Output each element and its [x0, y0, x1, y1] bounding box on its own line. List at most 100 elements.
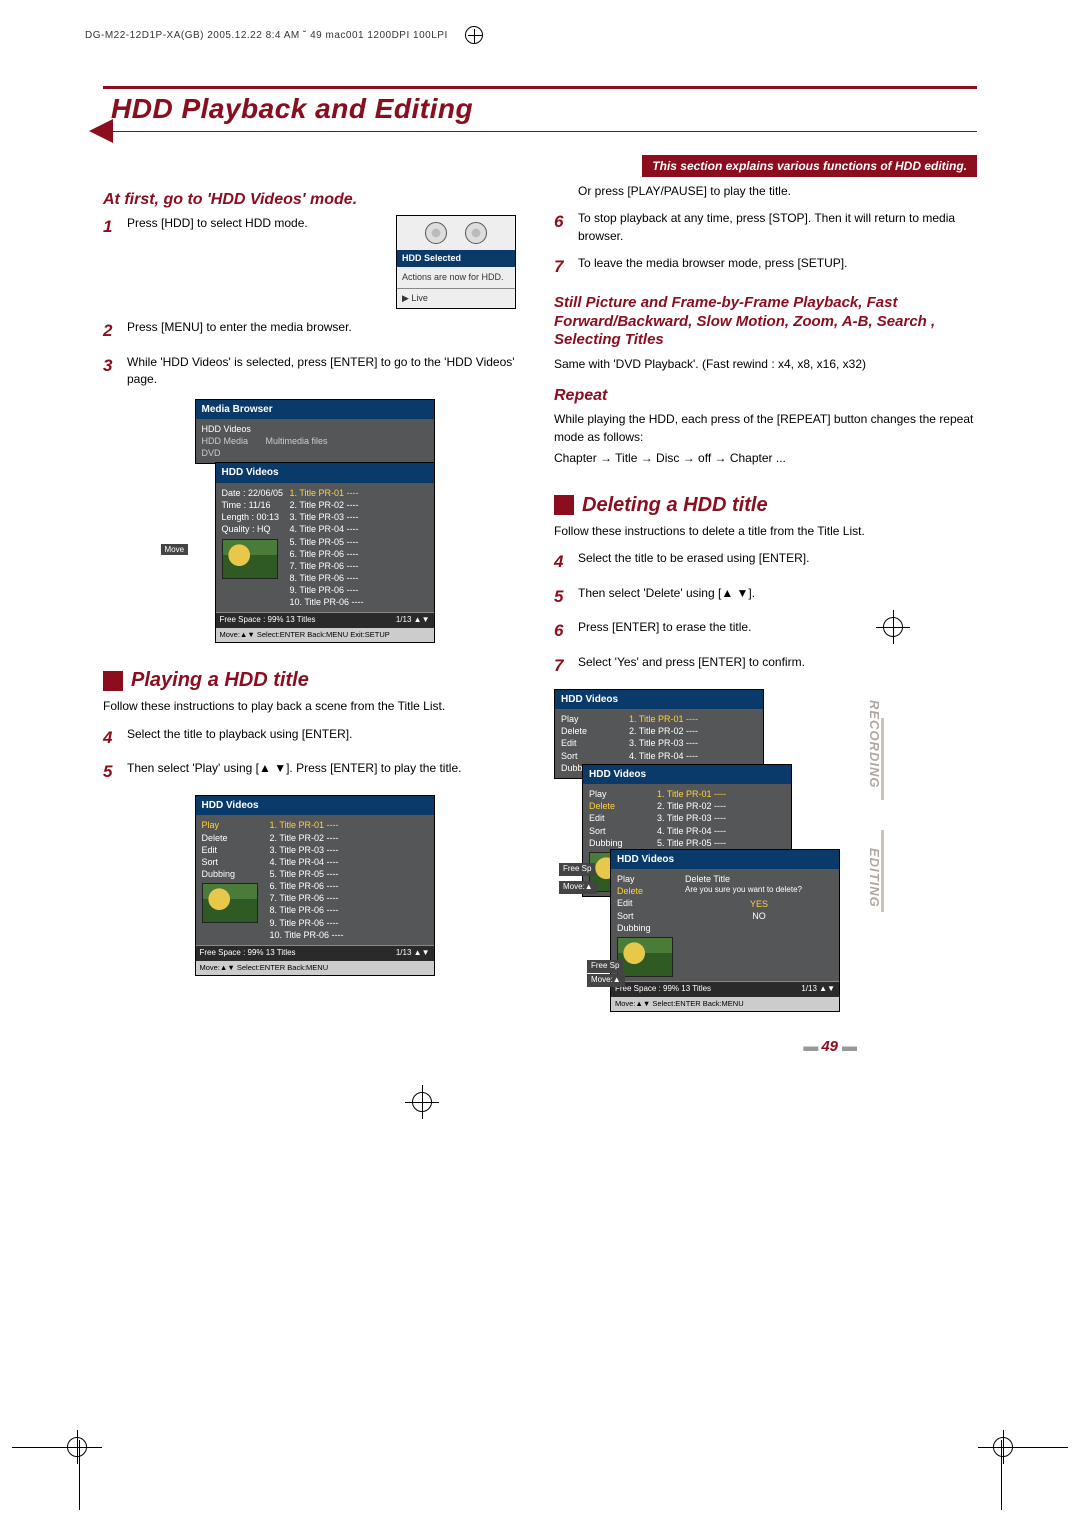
page-title-bar: HDD Playback and Editing [103, 86, 977, 132]
osd-media-browser: Media Browser HDD Videos HDD Media DVD M… [195, 399, 435, 465]
osd-hdd-videos: HDD Videos Date : 22/06/05 Time : 11/16 … [215, 462, 435, 643]
title-row: 5. Title PR-05 ---- [270, 868, 428, 880]
crop-mark [1001, 1440, 1002, 1510]
print-plugline: DG-M22-12D1P-XA(GB) 2005.12.22 8:4 AM ˘ … [85, 30, 995, 41]
page-number: ▬49▬ [799, 1038, 860, 1055]
step-text: Select the title to playback using [ENTE… [127, 726, 526, 751]
dstep-5: 5 Then select 'Delete' using [▲ ▼]. [554, 585, 977, 610]
osd-live-row: ▶ Live [397, 288, 515, 308]
step-text: To leave the media browser mode, press [… [578, 255, 977, 280]
step-number: 5 [103, 760, 117, 785]
step-number: 7 [554, 654, 568, 679]
menu-item: Delete [561, 725, 625, 737]
step-text: To stop playback at any time, press [STO… [578, 210, 977, 245]
title-row: 2. Title PR-02 ---- [290, 499, 428, 511]
step-text: Press [ENTER] to erase the title. [578, 619, 977, 644]
media-row: HDD Videos [202, 423, 266, 435]
osd-footer-hints: Move:▲▼ Select:ENTER Back:MENU [611, 997, 839, 1011]
left-column: At first, go to 'HDD Videos' mode. 1 Pre… [103, 177, 526, 1019]
step-text: Press [MENU] to enter the media browser. [127, 319, 526, 344]
thumbnail [202, 883, 258, 923]
osd-header: HDD Videos [196, 796, 434, 816]
step-number: 6 [554, 210, 568, 245]
play-intro: Follow these instructions to play back a… [103, 698, 526, 715]
media-row: DVD [202, 447, 266, 459]
menu-item: Delete [589, 800, 653, 812]
section-bullet-icon [103, 671, 123, 691]
osd-footer: Free Space : 99% 13 Titles 1/13 ▲▼ [196, 945, 434, 961]
heading-hdd-videos-mode: At first, go to 'HDD Videos' mode. [103, 191, 526, 209]
title-row: 7. Title PR-06 ---- [270, 892, 428, 904]
step-2: 2 Press [MENU] to enter the media browse… [103, 319, 526, 344]
step-text: Press [HDD] to select HDD mode. [127, 215, 386, 309]
plugline-crosshair-icon [465, 26, 483, 44]
heading-repeat: Repeat [554, 387, 977, 405]
menu-item: Dubbing [589, 837, 653, 849]
title-row: 5. Title PR-05 ---- [657, 837, 785, 849]
delete-intro: Follow these instructions to delete a ti… [554, 523, 977, 540]
menu-item: Dubbing [617, 922, 681, 934]
title-row: 10. Title PR-06 ---- [290, 596, 428, 608]
step-text: Then select 'Play' using [▲ ▼]. Press [E… [127, 760, 526, 785]
menu-item: Edit [561, 737, 625, 749]
step-number: 1 [103, 215, 117, 309]
page-title: HDD Playback and Editing [111, 93, 977, 125]
title-row: 7. Title PR-06 ---- [290, 560, 428, 572]
registration-mark-icon [405, 1085, 439, 1119]
title-row: 6. Title PR-06 ---- [290, 548, 428, 560]
menu-item: Delete [617, 885, 681, 897]
step-number: 6 [554, 619, 568, 644]
footer-right: 1/13 ▲▼ [801, 984, 835, 995]
osd-footer-hints: Move:▲▼ Select:ENTER Back:MENU Exit:SETU… [216, 628, 434, 642]
move-tag: Move [161, 544, 189, 555]
disc-icon [465, 222, 487, 244]
osd-header: Media Browser [196, 400, 434, 420]
move-tag: Move:▲ [559, 881, 597, 894]
side-tab-editing: EDITING [867, 848, 882, 908]
meta-row: Date : 22/06/05 [222, 487, 286, 499]
menu-item: Sort [589, 825, 653, 837]
menu-item: Play [202, 819, 266, 831]
title-row: 8. Title PR-06 ---- [290, 572, 428, 584]
title-row: 1. Title PR-01 ---- [657, 788, 785, 800]
title-row: 5. Title PR-05 ---- [290, 536, 428, 548]
dstep-6: 6 Press [ENTER] to erase the title. [554, 619, 977, 644]
osd-header: HDD Videos [611, 850, 839, 870]
title-row: 1. Title PR-01 ---- [629, 713, 757, 725]
osd-header: HDD Videos [555, 690, 763, 710]
free-tag: Free Sp [559, 863, 595, 876]
side-tabs: RECORDING EDITING [867, 700, 882, 908]
title-row: 4. Title PR-04 ---- [290, 523, 428, 535]
menu-item: Sort [561, 750, 625, 762]
page-number-value: 49 [821, 1038, 838, 1055]
footer-left: Free Space : 99% 13 Titles [200, 948, 296, 957]
step-5: 5 Then select 'Play' using [▲ ▼]. Press … [103, 760, 526, 785]
right-column: Or press [PLAY/PAUSE] to play the title.… [554, 177, 977, 1019]
osd-body: Date : 22/06/05 Time : 11/16 Length : 00… [216, 483, 434, 612]
para-repeat-2: Chapter → Title → Disc → off → Chapter .… [554, 450, 977, 467]
menu-item: Sort [617, 910, 681, 922]
menu-item: Edit [589, 812, 653, 824]
dstep-4: 4 Select the title to be erased using [E… [554, 550, 977, 575]
osd-delete-3: Free Sp Move:▲ HDD Videos Play Delete Ed… [610, 849, 840, 1012]
para-playpause: Or press [PLAY/PAUSE] to play the title. [554, 183, 977, 200]
step-number: 2 [103, 319, 117, 344]
title-row: 1. Title PR-01 ---- [290, 487, 428, 499]
meta-row: Length : 00:13 [222, 511, 286, 523]
step-number: 3 [103, 354, 117, 389]
step-text: Then select 'Delete' using [▲ ▼]. [578, 585, 977, 610]
side-tab-recording: RECORDING [867, 700, 882, 788]
osd-body: Play Delete Edit Sort Dubbing 1. Title P… [196, 815, 434, 944]
para-repeat-1: While playing the HDD, each press of the… [554, 411, 977, 446]
footer-right: 1/13 ▲▼ [396, 615, 430, 626]
step-number: 4 [103, 726, 117, 751]
osd-delete-cascade: HDD Videos Play Delete Edit Sort Dubbing… [554, 689, 824, 1019]
para-same-as-dvd: Same with 'DVD Playback'. (Fast rewind :… [554, 356, 977, 373]
title-row: 3. Title PR-03 ---- [629, 737, 757, 749]
section-deleting: Deleting a HDD title [554, 494, 977, 517]
osd-body: Actions are now for HDD. [397, 267, 515, 288]
title-row: 3. Title PR-03 ---- [290, 511, 428, 523]
section-playing: Playing a HDD title [103, 669, 526, 692]
free-tag: Free Sp [587, 960, 623, 973]
menu-item: Edit [202, 844, 266, 856]
